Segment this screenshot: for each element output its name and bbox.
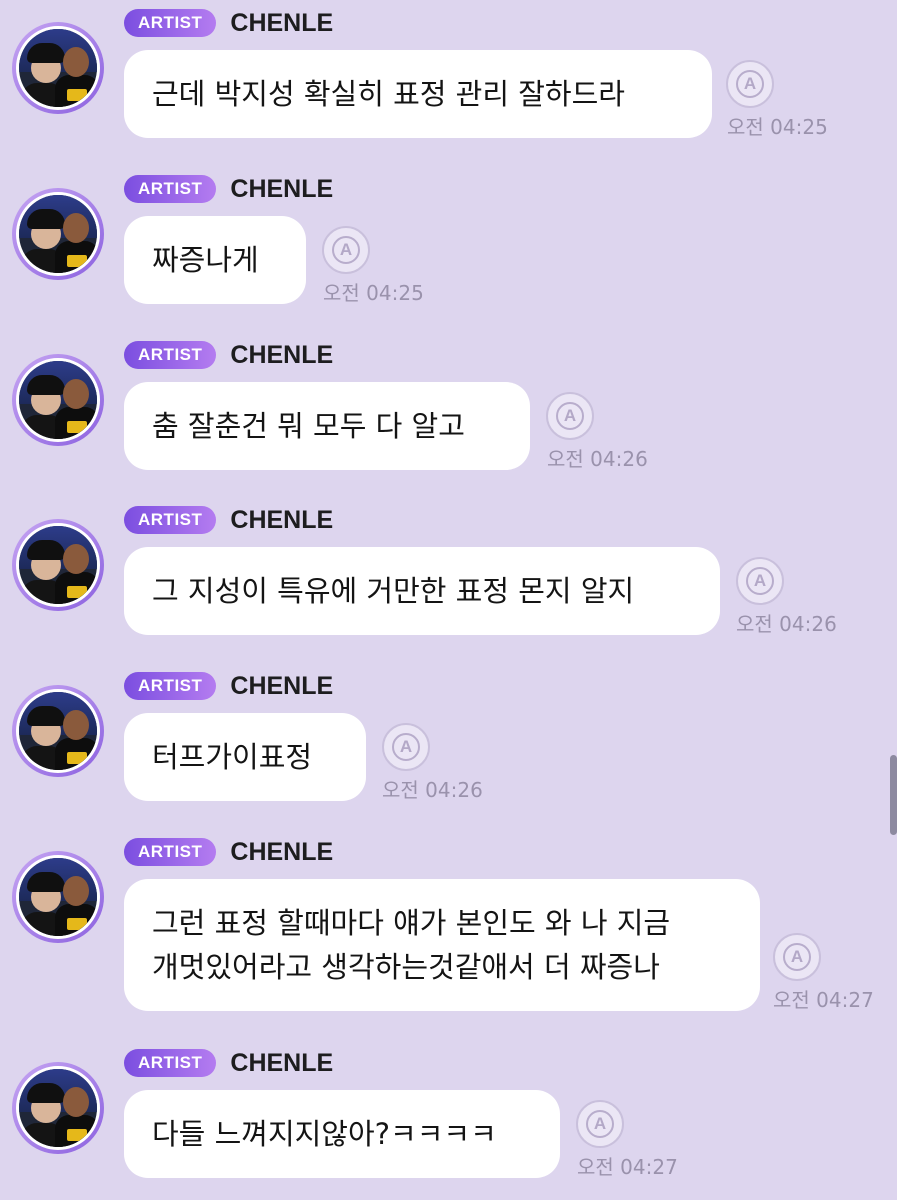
sender-meta: ARTIST CHENLE — [124, 1048, 333, 1078]
translate-icon-letter: A — [399, 737, 413, 756]
message-text: 춤 잘춘건 뭐 모두 다 알고 — [152, 409, 465, 443]
sender-name: CHENLE — [230, 340, 334, 369]
sender-name: CHENLE — [230, 671, 334, 700]
message-row: ARTIST CHENLE 그 지성이 특유에 거만한 표정 몬지 알지 A 오전 04… — [0, 497, 897, 645]
sender-name: CHENLE — [230, 1048, 334, 1077]
translate-icon-letter: A — [753, 571, 767, 590]
artist-avatar[interactable] — [12, 851, 104, 943]
avatar-photo — [16, 192, 100, 276]
translate-icon[interactable]: A — [546, 392, 594, 440]
artist-avatar[interactable] — [12, 685, 104, 777]
translate-icon[interactable]: A — [382, 723, 430, 771]
message-bubble[interactable]: 다들 느껴지지않아?ㅋㅋㅋㅋ — [124, 1090, 560, 1178]
message-bubble[interactable]: 춤 잘춘건 뭐 모두 다 알고 — [124, 382, 530, 470]
message-time: 오전 04:25 — [323, 281, 424, 305]
sender-name: CHENLE — [230, 505, 334, 534]
message-time: 오전 04:26 — [382, 778, 483, 802]
sender-name: CHENLE — [230, 8, 334, 37]
translate-icon-letter: A — [743, 74, 757, 93]
avatar-photo — [16, 358, 100, 442]
artist-badge: ARTIST — [124, 506, 217, 534]
artist-avatar[interactable] — [12, 1062, 104, 1154]
message-time: 오전 04:27 — [773, 988, 874, 1012]
message-bubble[interactable]: 그런 표정 할때마다 얘가 본인도 와 나 지금 개멋있어라고 생각하는것같애서… — [124, 879, 760, 1011]
sender-meta: ARTIST CHENLE — [124, 837, 333, 867]
message-time: 오전 04:27 — [577, 1155, 678, 1179]
scrollbar[interactable] — [890, 755, 897, 835]
message-bubble[interactable]: 짜증나게 — [124, 216, 306, 304]
translate-icon-letter: A — [563, 406, 577, 425]
sender-meta: ARTIST CHENLE — [124, 505, 333, 535]
artist-avatar[interactable] — [12, 354, 104, 446]
artist-badge: ARTIST — [124, 838, 217, 866]
message-time: 오전 04:25 — [727, 115, 828, 139]
message-bubble[interactable]: 근데 박지성 확실히 표정 관리 잘하드라 — [124, 50, 712, 138]
message-bubble[interactable]: 터프가이표정 — [124, 713, 366, 801]
message-time: 오전 04:26 — [547, 447, 648, 471]
sender-meta: ARTIST CHENLE — [124, 671, 333, 701]
message-row: ARTIST CHENLE 다들 느껴지지않아?ㅋㅋㅋㅋ A 오전 04:27 — [0, 1040, 897, 1188]
artist-badge: ARTIST — [124, 175, 217, 203]
avatar-photo — [16, 689, 100, 773]
chat-list[interactable]: ARTIST CHENLE 근데 박지성 확실히 표정 관리 잘하드라 A 오전 04:… — [0, 0, 897, 1200]
artist-avatar[interactable] — [12, 188, 104, 280]
translate-icon-letter: A — [339, 240, 353, 259]
avatar-photo — [16, 26, 100, 110]
translate-icon[interactable]: A — [773, 933, 821, 981]
translate-icon[interactable]: A — [736, 557, 784, 605]
artist-badge: ARTIST — [124, 341, 217, 369]
sender-meta: ARTIST CHENLE — [124, 8, 333, 38]
avatar-photo — [16, 855, 100, 939]
sender-name: CHENLE — [230, 837, 334, 866]
message-text: 그런 표정 할때마다 얘가 본인도 와 나 지금 개멋있어라고 생각하는것같애서… — [152, 906, 671, 984]
message-time: 오전 04:26 — [736, 612, 837, 636]
translate-icon[interactable]: A — [322, 226, 370, 274]
message-row: ARTIST CHENLE 터프가이표정 A 오전 04:26 — [0, 663, 897, 811]
message-row: ARTIST CHENLE 춤 잘춘건 뭐 모두 다 알고 A 오전 04:26 — [0, 332, 897, 480]
sender-meta: ARTIST CHENLE — [124, 174, 333, 204]
artist-badge: ARTIST — [124, 9, 217, 37]
artist-avatar[interactable] — [12, 22, 104, 114]
translate-icon[interactable]: A — [576, 1100, 624, 1148]
artist-avatar[interactable] — [12, 519, 104, 611]
translate-icon[interactable]: A — [726, 60, 774, 108]
sender-meta: ARTIST CHENLE — [124, 340, 333, 370]
message-row: ARTIST CHENLE 근데 박지성 확실히 표정 관리 잘하드라 A 오전 04:… — [0, 0, 897, 148]
sender-name: CHENLE — [230, 174, 334, 203]
translate-icon-letter: A — [790, 947, 804, 966]
message-text: 그 지성이 특유에 거만한 표정 몬지 알지 — [152, 574, 635, 608]
avatar-photo — [16, 523, 100, 607]
artist-badge: ARTIST — [124, 672, 217, 700]
avatar-photo — [16, 1066, 100, 1150]
message-row: ARTIST CHENLE 그런 표정 할때마다 얘가 본인도 와 나 지금 개멋있… — [0, 829, 897, 1021]
message-text: 짜증나게 — [152, 243, 259, 277]
message-bubble[interactable]: 그 지성이 특유에 거만한 표정 몬지 알지 — [124, 547, 720, 635]
artist-badge: ARTIST — [124, 1049, 217, 1077]
translate-icon-letter: A — [593, 1114, 607, 1133]
message-text: 다들 느껴지지않아?ㅋㅋㅋㅋ — [152, 1117, 497, 1151]
message-text: 터프가이표정 — [152, 740, 313, 774]
message-text: 근데 박지성 확실히 표정 관리 잘하드라 — [152, 77, 625, 111]
message-row: ARTIST CHENLE 짜증나게 A 오전 04:25 — [0, 166, 897, 314]
